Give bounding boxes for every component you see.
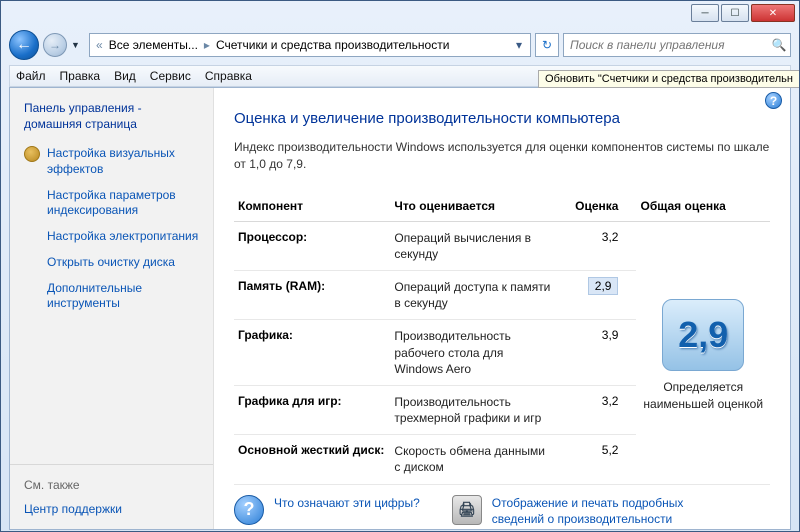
menu-view[interactable]: Вид (114, 69, 136, 83)
window-frame: ─ ☐ ✕ ← → ▼ « Все элементы... ▸ Счетчики… (0, 0, 800, 532)
footer-link-label: Что означают эти цифры? (274, 495, 420, 511)
chevron-right-icon: ▸ (202, 38, 212, 52)
col-score: Оценка (555, 193, 636, 222)
breadcrumb[interactable]: « Все элементы... ▸ Счетчики и средства … (89, 33, 531, 57)
row-score: 5,2 (555, 435, 636, 484)
title-bar: ─ ☐ ✕ (1, 1, 799, 29)
sidebar-also-link[interactable]: Центр поддержки (24, 502, 199, 516)
breadcrumb-seg1[interactable]: Все элементы... (105, 38, 202, 52)
row-desc: Производительность трехмерной графики и … (390, 385, 555, 434)
nav-bar: ← → ▼ « Все элементы... ▸ Счетчики и сре… (9, 29, 791, 61)
sidebar-item-power[interactable]: Настройка электропитания (24, 229, 199, 245)
help-icon: ? (770, 94, 777, 108)
overall-score-badge: 2,9 (662, 299, 744, 371)
footer-links: ? Что означают эти цифры? 🖨 Отображение … (234, 495, 770, 529)
breadcrumb-seg2[interactable]: Счетчики и средства производительности (212, 38, 453, 52)
blank-icon (24, 229, 40, 245)
menu-edit[interactable]: Правка (60, 69, 101, 83)
footer-link-label: Отображение и печать подробных сведений … (492, 495, 722, 529)
minimize-button[interactable]: ─ (691, 4, 719, 22)
blank-icon (24, 281, 40, 297)
refresh-button[interactable]: ↻ (535, 33, 559, 57)
close-button[interactable]: ✕ (751, 4, 795, 22)
sidebar-item-advanced-tools[interactable]: Дополнительные инструменты (24, 281, 199, 312)
col-assessed: Что оценивается (390, 193, 555, 222)
overall-cell: 2,9 Определяется наименьшей оценкой (636, 221, 770, 484)
sidebar-item-disk-cleanup[interactable]: Открыть очистку диска (24, 255, 199, 271)
main-pane: ? Оценка и увеличение производительности… (214, 88, 790, 529)
footer-link-what[interactable]: ? Что означают эти цифры? (234, 495, 420, 525)
row-score: 3,2 (555, 385, 636, 434)
search-input[interactable] (564, 38, 768, 52)
overall-score-label: Определяется наименьшей оценкой (640, 379, 766, 411)
table-row: Процессор: Операций вычисления в секунду… (234, 221, 770, 270)
sidebar-home-link[interactable]: Панель управления - домашняя страница (24, 100, 199, 132)
sidebar-footer: См. также Центр поддержки (10, 464, 213, 529)
blank-icon (24, 188, 40, 204)
sidebar-item-label: Дополнительные инструменты (47, 281, 199, 312)
row-desc: Производительность рабочего стола для Wi… (390, 320, 555, 386)
sidebar-item-visual-effects[interactable]: Настройка визуальных эффектов (24, 146, 199, 177)
printer-icon: 🖨 (452, 495, 482, 525)
menu-file[interactable]: Файл (16, 69, 46, 83)
nav-history-dropdown[interactable]: ▼ (71, 40, 85, 50)
footer-link-print[interactable]: 🖨 Отображение и печать подробных сведени… (452, 495, 722, 529)
sidebar-also-title: См. также (24, 478, 199, 492)
menu-help[interactable]: Справка (205, 69, 252, 83)
sidebar: Панель управления - домашняя страница На… (10, 88, 214, 529)
sidebar-item-indexing[interactable]: Настройка параметров индексирования (24, 188, 199, 219)
refresh-icon: ↻ (542, 38, 552, 52)
search-box[interactable]: 🔍 (563, 33, 791, 57)
content-area: Панель управления - домашняя страница На… (9, 87, 791, 530)
arrow-left-icon: ← (16, 36, 32, 54)
row-component: Графика для игр: (234, 385, 390, 434)
row-desc: Операций вычисления в секунду (390, 221, 555, 270)
row-component: Графика: (234, 320, 390, 386)
sidebar-main: Панель управления - домашняя страница На… (10, 88, 213, 464)
sidebar-item-label: Настройка электропитания (47, 229, 198, 245)
sidebar-item-label: Открыть очистку диска (47, 255, 175, 271)
search-icon[interactable]: 🔍 (768, 38, 790, 52)
blank-icon (24, 255, 40, 271)
performance-table: Компонент Что оценивается Оценка Общая о… (234, 193, 770, 485)
sidebar-item-label: Настройка визуальных эффектов (47, 146, 199, 177)
maximize-button[interactable]: ☐ (721, 4, 749, 22)
breadcrumb-dropdown[interactable]: ▾ (516, 38, 526, 52)
col-overall: Общая оценка (636, 193, 770, 222)
col-component: Компонент (234, 193, 390, 222)
shield-icon (24, 146, 40, 162)
chevron-left-icon: « (94, 38, 105, 52)
row-score: 2,9 (555, 270, 636, 319)
refresh-tooltip: Обновить "Счетчики и средства производит… (538, 70, 799, 88)
help-icon: ? (234, 495, 264, 525)
sidebar-item-label: Настройка параметров индексирования (47, 188, 199, 219)
back-button[interactable]: ← (9, 30, 39, 60)
menu-tools[interactable]: Сервис (150, 69, 191, 83)
row-component: Основной жесткий диск: (234, 435, 390, 484)
row-component: Процессор: (234, 221, 390, 270)
arrow-right-icon: → (49, 38, 61, 52)
row-component: Память (RAM): (234, 270, 390, 319)
row-score: 3,9 (555, 320, 636, 386)
forward-button[interactable]: → (43, 33, 67, 57)
page-title: Оценка и увеличение производительности к… (234, 110, 770, 127)
row-desc: Операций доступа к памяти в секунду (390, 270, 555, 319)
row-score: 3,2 (555, 221, 636, 270)
intro-text: Индекс производительности Windows исполь… (234, 139, 770, 173)
row-desc: Скорость обмена данными с диском (390, 435, 555, 484)
help-button[interactable]: ? (765, 92, 782, 109)
